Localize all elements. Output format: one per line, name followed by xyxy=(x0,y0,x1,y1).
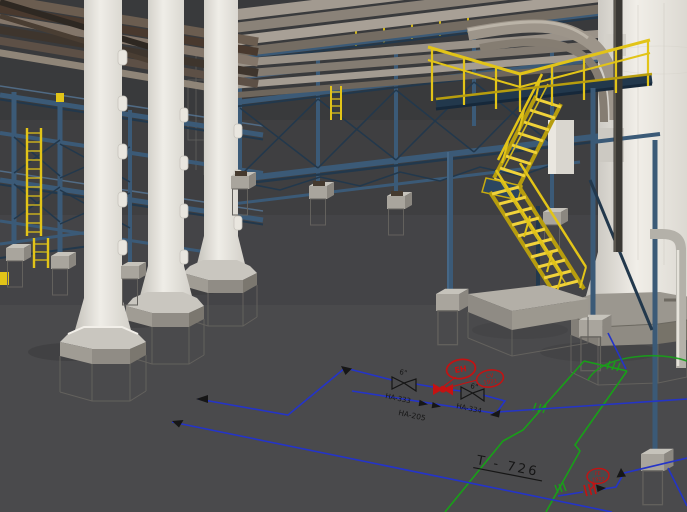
model-viewport[interactable]: T - 726 6" HA-333 6" HA-334 HA-205 EH CV… xyxy=(0,0,687,512)
bubble-eh-text: EH xyxy=(454,364,467,375)
valve-left-size-label: 6" xyxy=(399,368,408,377)
valve-right-size-label: 6" xyxy=(470,382,479,391)
bubble-fe-line2: 1923 xyxy=(592,476,605,483)
